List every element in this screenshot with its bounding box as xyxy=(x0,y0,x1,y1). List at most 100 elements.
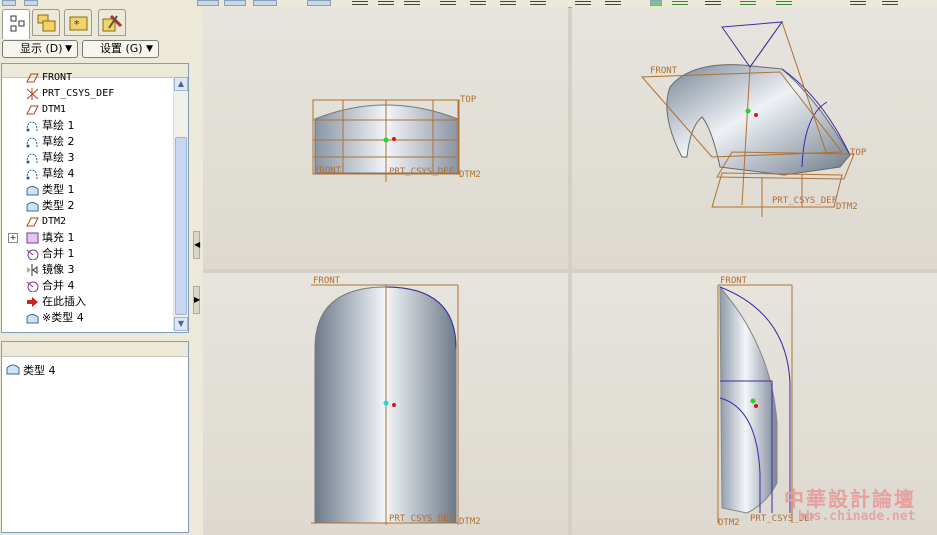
toolbar-grip-icon[interactable] xyxy=(882,1,898,5)
tree-item[interactable]: 草绘 4 xyxy=(2,166,172,182)
tree-item-label: 类型 1 xyxy=(42,183,75,196)
expand-right-icon[interactable]: ▶ xyxy=(193,286,200,314)
tree-item[interactable]: PRT_CSYS_DEF xyxy=(2,86,172,102)
datum-label-front: FRONT xyxy=(313,276,341,286)
model-tree: FRONT PRT_CSYS_DEF DTM1 草绘 1 草绘 2 草绘 3 草绘 4 类型 … xyxy=(1,63,189,333)
tree-item[interactable]: FRONT xyxy=(2,70,172,86)
tree-item[interactable]: DTM1 xyxy=(2,102,172,118)
viewport-top-right[interactable]: FRONT TOP PRT_CSYS_DEF DTM2 xyxy=(572,7,937,269)
svg-text:*: * xyxy=(74,18,80,31)
tree-item-label: PRT_CSYS_DEF xyxy=(42,88,115,99)
tab-folder-browser[interactable] xyxy=(32,9,60,36)
tree-item[interactable]: 合并 1 xyxy=(2,246,172,262)
toolbar-grip-icon[interactable] xyxy=(575,1,591,5)
toolbar-grip-icon[interactable] xyxy=(740,1,756,5)
viewport-bottom-left[interactable]: FRONT PRT_CSYS_DEF DTM2 xyxy=(203,273,568,535)
navigator-pane: * 显示 (D) ▼ 设置 (G) ▼ FRONT PRT_CSYS_DEF DTM… xyxy=(0,7,190,535)
scroll-down-icon[interactable]: ▼ xyxy=(174,317,188,331)
tree-item-label: 在此插入 xyxy=(42,295,86,308)
insert-arrow-icon xyxy=(27,297,38,307)
tree-item-label: ※类型 4 xyxy=(42,311,84,324)
toolbar-grip-icon[interactable] xyxy=(530,1,546,5)
toolbar-grip-icon[interactable] xyxy=(672,1,688,5)
tree-item-label: 草绘 2 xyxy=(42,135,75,148)
datum-plane-icon xyxy=(26,105,39,115)
settings-dropdown[interactable]: 设置 (G) ▼ xyxy=(82,40,159,58)
toolbar-grip-icon[interactable] xyxy=(776,1,792,5)
toolbar-grip-icon[interactable] xyxy=(470,1,486,5)
tree-item[interactable]: 镜像 3 xyxy=(2,262,172,278)
tree-item-label: 类型 2 xyxy=(42,199,75,212)
toolbar-grip-icon[interactable] xyxy=(850,1,866,5)
csys-label: PRT_CSYS_DEF xyxy=(389,514,454,524)
chevron-down-icon: ▼ xyxy=(146,44,153,54)
toolbar-grip-icon[interactable] xyxy=(352,1,368,5)
tree-item[interactable]: ※类型 4 xyxy=(2,310,172,326)
view-button-2[interactable] xyxy=(24,0,38,6)
tree-scrollbar[interactable]: ▲ ▼ xyxy=(173,77,188,331)
view-button-4[interactable] xyxy=(224,0,246,6)
tree-item-label: 合并 1 xyxy=(42,247,75,260)
tab-model-tree[interactable] xyxy=(2,9,30,39)
merge-icon xyxy=(26,249,39,260)
scroll-up-icon[interactable]: ▲ xyxy=(174,77,188,91)
expand-icon[interactable]: + xyxy=(8,233,18,243)
tree-item[interactable]: 合并 4 xyxy=(2,278,172,294)
tools-icon xyxy=(102,14,123,32)
tree-item[interactable]: 草绘 3 xyxy=(2,150,172,166)
view-button-3[interactable] xyxy=(197,0,219,6)
selection-panel: 类型 4 xyxy=(1,341,189,533)
tree-item[interactable]: DTM2 xyxy=(2,214,172,230)
tree-item-label: FRONT xyxy=(42,72,73,83)
tree-item[interactable]: + 填充 1 xyxy=(2,230,172,246)
toolbar-grip-icon[interactable] xyxy=(440,1,456,5)
csys-label: PRT_CSYS_DEF xyxy=(772,196,837,206)
toolbar-grip-icon[interactable] xyxy=(378,1,394,5)
sketch-icon xyxy=(26,169,38,180)
scroll-thumb[interactable] xyxy=(175,137,187,315)
model-tree-icon xyxy=(10,15,25,32)
tree-item-label: 填充 1 xyxy=(42,231,75,244)
datum-label-top: TOP xyxy=(850,148,867,158)
watermark-url: bbs.chinade.net xyxy=(798,509,916,524)
tree-item[interactable]: 草绘 2 xyxy=(2,134,172,150)
surface-icon xyxy=(26,186,39,196)
view-button-1[interactable] xyxy=(2,0,16,6)
toolbar-grip-icon[interactable] xyxy=(500,1,516,5)
toolbar-grip-icon[interactable] xyxy=(404,1,420,5)
csys-icon xyxy=(26,88,39,100)
regen-icon[interactable] xyxy=(650,0,662,6)
surface-icon xyxy=(26,314,39,324)
viewport-top-left[interactable]: TOP FRONT PRT_CSYS_DEF DTM2 xyxy=(203,7,568,269)
datum-label-top: TOP xyxy=(460,95,477,105)
sketch-icon xyxy=(26,137,38,148)
tab-favorites[interactable]: * xyxy=(64,9,92,36)
datum-label-front: FRONT xyxy=(650,66,678,76)
tree-item[interactable]: 在此插入 xyxy=(2,294,172,310)
tree-item-label: 合并 4 xyxy=(42,279,75,292)
tree-item-label: 草绘 3 xyxy=(42,151,75,164)
datum-label-front: FRONT xyxy=(720,276,748,286)
datum-label-dtm2: DTM2 xyxy=(459,170,481,180)
toolbar-grip-icon[interactable] xyxy=(605,1,621,5)
chevron-down-icon: ▼ xyxy=(65,44,72,54)
view-button-5[interactable] xyxy=(253,0,277,6)
tree-item[interactable]: 类型 2 xyxy=(2,198,172,214)
favorites-icon: * xyxy=(69,16,88,31)
watermark-logo: 中華設計論壇 bbs.chinade.net xyxy=(780,481,934,529)
surface-icon xyxy=(26,202,39,212)
datum-plane-icon xyxy=(26,217,39,227)
collapse-left-icon[interactable]: ◀ xyxy=(193,231,200,259)
datum-label-dtm2: DTM2 xyxy=(459,517,481,527)
display-dropdown[interactable]: 显示 (D) ▼ xyxy=(2,40,78,58)
tab-connections[interactable] xyxy=(98,9,126,36)
display-dropdown-label: 显示 (D) xyxy=(20,42,63,55)
pane-splitter[interactable]: ◀ ▶ xyxy=(190,7,203,535)
tree-item[interactable]: 草绘 1 xyxy=(2,118,172,134)
tree-item[interactable]: 类型 1 xyxy=(2,182,172,198)
tree-item-label: 草绘 4 xyxy=(42,167,75,180)
view-button-6[interactable] xyxy=(307,0,331,6)
selection-panel-header xyxy=(2,342,188,357)
navigator-tabs: * xyxy=(0,7,190,39)
toolbar-grip-icon[interactable] xyxy=(705,1,721,5)
